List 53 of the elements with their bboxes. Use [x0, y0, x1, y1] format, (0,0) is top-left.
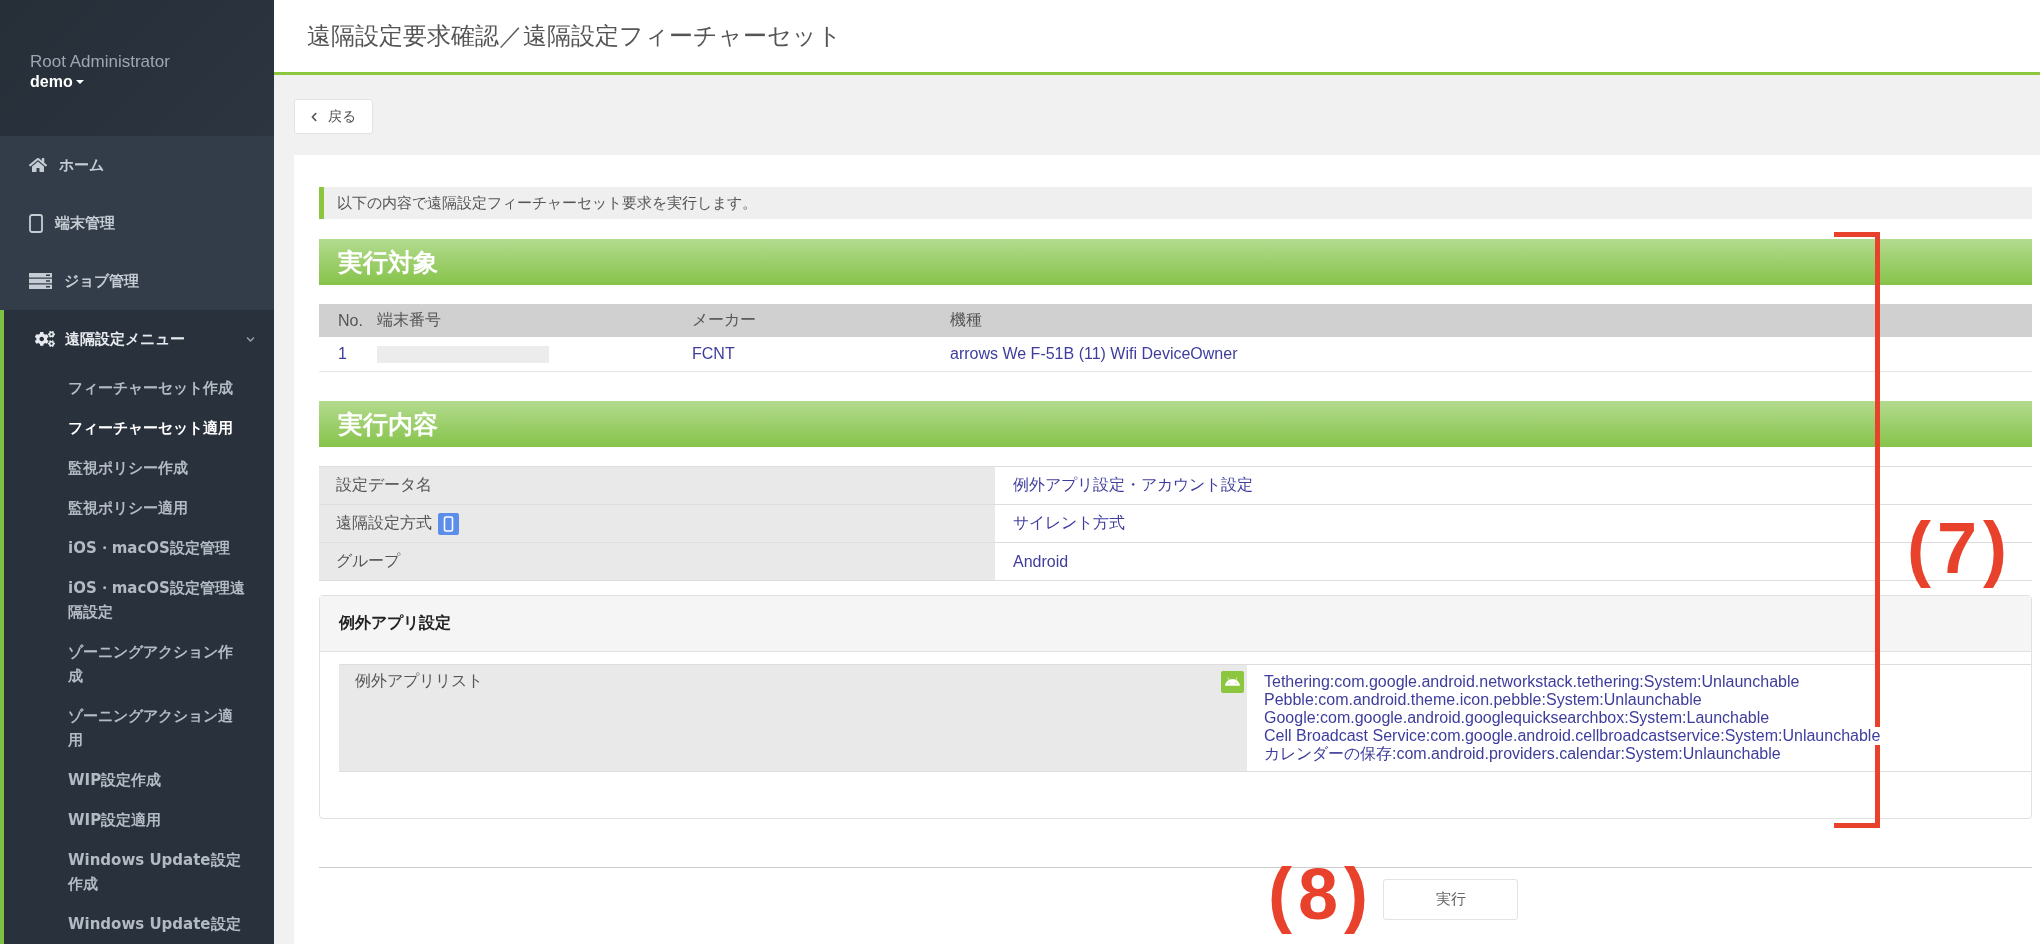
sidebar-subitem[interactable]: 監視ポリシー作成	[4, 448, 274, 488]
table-cell-text: Android	[1012, 552, 1070, 571]
sidebar-subitem[interactable]: iOS・macOS設定管理	[4, 528, 274, 568]
phone-icon	[438, 512, 459, 535]
column-header: 端末番号	[377, 310, 442, 330]
row-label: 遠隔設定方式	[336, 513, 432, 533]
chevron-left-icon	[309, 111, 319, 122]
sidebar-subitem[interactable]: WIP設定作成	[4, 760, 274, 800]
table-cell-text: サイレント方式	[1012, 513, 1126, 533]
app-entry: Cell Broadcast Service:com.google.android.cellbroadcastservice:System:Unlaunchable	[1264, 727, 1881, 745]
sidebar-subitem[interactable]: Windows Update設定作成	[4, 840, 274, 904]
sidebar-subitem[interactable]: iOS・macOS設定管理遠隔設定	[4, 568, 274, 632]
table-cell-text: 1	[338, 345, 348, 363]
execute-button[interactable]: 実行	[1383, 879, 1518, 920]
table-cell-text: 例外アプリ設定・アカウント設定	[1012, 475, 1254, 495]
table-cell-text: arrows We F-51B (11) Wifi DeviceOwner	[950, 345, 1239, 363]
section-heading: 実行対象	[319, 239, 2032, 285]
user-role: Root Administrator	[30, 52, 170, 72]
user-menu-button[interactable]: demo	[30, 72, 84, 92]
sidebar-subitem[interactable]: ゾーニングアクション作成	[4, 632, 274, 696]
app-entry: Pebble:com.android.theme.icon.pebble:System:Unlaunchable	[1264, 691, 1702, 709]
sidebar-subitem[interactable]: ゾーニングアクション適用	[4, 696, 274, 760]
sidebar-item[interactable]: ホーム	[0, 136, 274, 194]
gears-icon	[35, 329, 55, 349]
sidebar-item[interactable]: ジョブ管理	[0, 252, 274, 310]
table-cell-text: FCNT	[692, 345, 736, 363]
sidebar-subitem[interactable]: 監視ポリシー適用	[4, 488, 274, 528]
row-label: 設定データ名	[336, 475, 432, 495]
column-header: 機種	[950, 310, 983, 330]
column-header: メーカー	[692, 310, 757, 330]
server-icon	[29, 273, 52, 289]
sidebar-subitem[interactable]: Windows Update設定	[4, 904, 274, 944]
column-header: No.	[338, 311, 364, 330]
app-entry: Tethering:com.google.android.networkstack.tethering:System:Unlaunchable	[1264, 673, 1800, 691]
card-header: 例外アプリ設定	[320, 596, 2031, 652]
sidebar-subitem[interactable]: WIP設定適用	[4, 800, 274, 840]
row-label: 例外アプリリスト	[355, 671, 483, 691]
caret-down-icon	[75, 80, 84, 84]
sidebar-group-header[interactable]: 遠隔設定メニュー	[4, 310, 274, 368]
app-entry: Google:com.google.android.googlequicksearchbox:System:Launchable	[1264, 709, 1770, 727]
notice-message: 以下の内容で遠隔設定フィーチャーセット要求を実行します。	[319, 187, 2032, 219]
sidebar-item[interactable]: 端末管理	[0, 194, 274, 252]
sidebar-subitem[interactable]: フィーチャーセット適用	[4, 408, 274, 448]
sidebar-subitem[interactable]: フィーチャーセット作成	[4, 368, 274, 408]
section-heading: 実行内容	[319, 401, 2032, 447]
page-title: 遠隔設定要求確認／遠隔設定フィーチャーセット	[307, 21, 842, 51]
group-label: 遠隔設定メニュー	[65, 329, 186, 349]
android-icon	[1221, 671, 1244, 693]
back-button[interactable]: 戻る	[294, 99, 373, 134]
home-icon	[29, 156, 47, 174]
row-label: グループ	[336, 551, 400, 571]
app-entry: カレンダーの保存:com.android.providers.calendar:System:Unlaunchable	[1264, 745, 1781, 763]
tablet-icon	[29, 213, 43, 233]
